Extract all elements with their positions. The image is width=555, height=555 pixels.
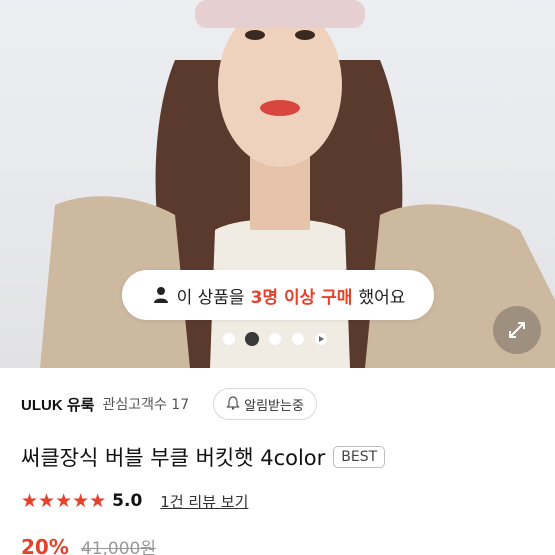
lips-shape [260,100,300,116]
carousel-dot-active[interactable] [245,332,259,346]
purchase-highlight: 3명 이상 구매 [250,287,353,308]
discount-rate: 20% [21,535,69,555]
product-title: 써클장식 버블 부클 버킷햇 4color [21,446,326,470]
notify-label: 알림받는중 [244,397,304,413]
product-image[interactable]: 이 상품을 3명 이상 구매 했어요 [0,0,555,368]
purchase-prefix: 이 상품을 [176,287,245,308]
person-icon [151,285,171,305]
review-link[interactable]: 1건 리뷰 보기 [160,491,248,512]
price-row: 20% 41,000원 [21,534,156,555]
bell-icon [226,395,240,413]
carousel-indicator [222,332,328,346]
eye-left [245,30,265,40]
purchase-suffix: 했어요 [358,287,406,308]
purchase-count-banner: 이 상품을 3명 이상 구매 했어요 [122,270,434,320]
play-icon[interactable] [314,332,328,346]
eye-right [295,30,315,40]
best-badge: BEST [333,446,386,468]
expand-arrows-icon[interactable] [493,306,541,354]
carousel-dot[interactable] [268,332,282,346]
hat-top-shape [195,0,365,28]
follower-count: 관심고객수 17 [102,397,190,413]
rating-value: 5.0 [112,491,143,511]
carousel-dot[interactable] [291,332,305,346]
brand-name[interactable]: ULUK 유룩 [21,394,94,415]
brand-row: ULUK 유룩 관심고객수 17 알림받는중 [21,386,317,422]
original-price: 41,000원 [80,539,156,555]
star-rating-icon: ★★★★★ [21,490,107,512]
notify-button[interactable]: 알림받는중 [213,388,317,420]
carousel-dot[interactable] [222,332,236,346]
rating-row: ★★★★★ 5.0 1건 리뷰 보기 [21,490,248,512]
product-title-row: 써클장식 버블 부클 버킷햇 4color BEST [21,442,386,472]
